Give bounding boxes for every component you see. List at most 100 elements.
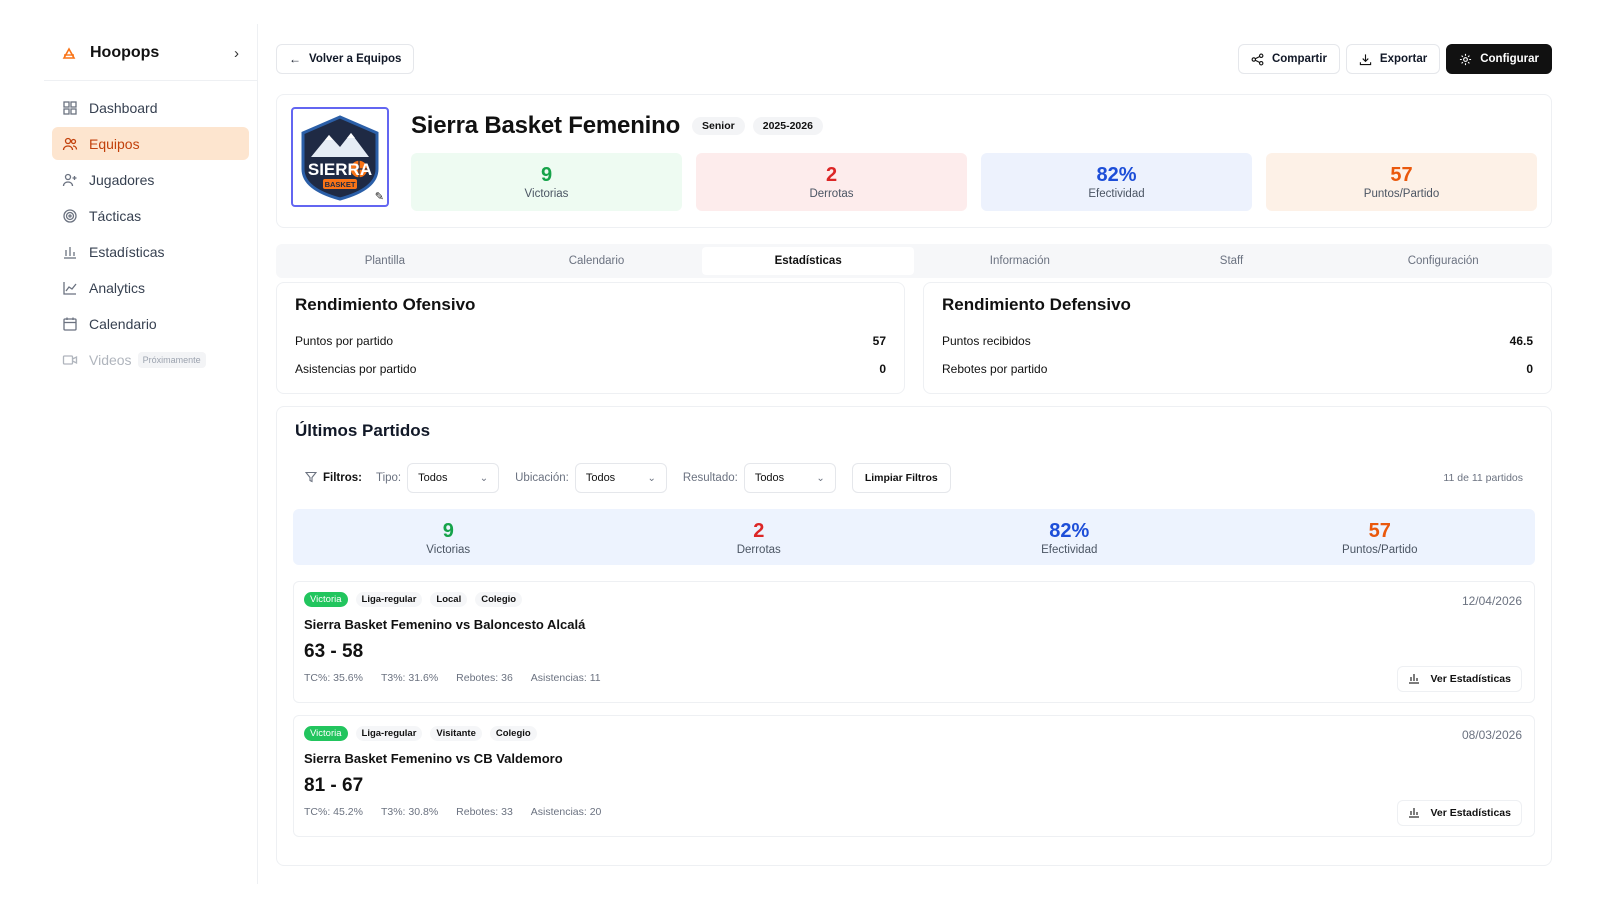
offense-panel: Rendimiento Ofensivo Puntos por partido … bbox=[276, 282, 905, 394]
points-per-game-stat: 57 Puntos/Partido bbox=[1266, 153, 1537, 211]
filter-icon bbox=[304, 471, 318, 486]
sidebar: Hoopops › Dashboard Equipos Jugadores Tá… bbox=[44, 24, 258, 884]
match-title: Sierra Basket Femenino vs Baloncesto Alc… bbox=[304, 617, 586, 632]
share-button[interactable]: Compartir bbox=[1237, 44, 1340, 74]
offense-row-label: Puntos por partido bbox=[295, 334, 394, 348]
sidebar-item-label: Dashboard bbox=[89, 99, 158, 116]
summary-points-label: Puntos/Partido bbox=[1342, 544, 1418, 556]
three-point-pct: T3%: 30.8% bbox=[380, 806, 439, 818]
defense-row: Puntos recibidos 46.5 bbox=[942, 327, 1533, 355]
brand-name: Hoopops bbox=[90, 44, 160, 61]
performance-row: Rendimiento Ofensivo Puntos por partido … bbox=[276, 282, 1552, 394]
tab-configuracion[interactable]: Configuración bbox=[1337, 247, 1549, 275]
sidebar-item-label: Jugadores bbox=[89, 171, 155, 188]
losses-label: Derrotas bbox=[809, 188, 854, 200]
view-stats-button[interactable]: Ver Estadísticas bbox=[1397, 800, 1522, 826]
sidebar-item-label: Estadísticas bbox=[89, 243, 165, 260]
recent-matches-section: Últimos Partidos Filtros: Tipo: Todos ⌄ … bbox=[276, 406, 1552, 866]
tab-staff[interactable]: Staff bbox=[1126, 247, 1338, 275]
chevron-right-icon[interactable]: › bbox=[234, 45, 239, 62]
filters-label: Filtros: bbox=[304, 471, 362, 486]
recent-matches-title: Últimos Partidos bbox=[295, 421, 431, 440]
tab-estadisticas[interactable]: Estadísticas bbox=[702, 247, 915, 275]
offense-row-value: 0 bbox=[879, 362, 886, 376]
defense-row-value: 0 bbox=[1526, 362, 1533, 376]
clear-filters-button[interactable]: Limpiar Filtros bbox=[851, 463, 951, 493]
type-filter-select[interactable]: Todos ⌄ bbox=[407, 463, 500, 493]
match-stats: TC%: 35.6% T3%: 31.6% Rebotes: 36 Asiste… bbox=[304, 672, 1524, 684]
sidebar-item-calendario[interactable]: Calendario bbox=[52, 307, 249, 340]
export-button-label: Exportar bbox=[1379, 53, 1428, 65]
efficiency-stat: 82% Efectividad bbox=[981, 153, 1252, 211]
points-per-game-value: 57 bbox=[1390, 164, 1413, 186]
type-filter-value: Todos bbox=[418, 472, 448, 484]
coming-soon-badge: Próximamente bbox=[137, 351, 206, 368]
sidebar-item-analytics[interactable]: Analytics bbox=[52, 271, 249, 304]
match-card: Victoria Liga-regular Local Colegio 12/0… bbox=[293, 581, 1535, 703]
back-button-label: Volver a Equipos bbox=[309, 53, 402, 65]
calendar-icon bbox=[62, 316, 78, 332]
main-content: ← Volver a Equipos Compartir Exportar Co… bbox=[258, 24, 1570, 884]
summary-wins-label: Victorias bbox=[426, 544, 471, 556]
arrow-left-icon: ← bbox=[289, 52, 301, 66]
brand-logo-icon bbox=[62, 46, 76, 60]
team-logo[interactable]: SIERRA BASKET ✎ bbox=[291, 107, 389, 207]
offense-row-label: Asistencias por partido bbox=[295, 362, 417, 376]
sidebar-item-label: Analytics bbox=[89, 279, 146, 296]
brand[interactable]: Hoopops › bbox=[44, 40, 257, 66]
sidebar-item-jugadores[interactable]: Jugadores bbox=[52, 163, 249, 196]
dashboard-icon bbox=[62, 100, 78, 116]
configure-button[interactable]: Configurar bbox=[1446, 44, 1552, 74]
bar-chart-icon bbox=[1408, 806, 1420, 821]
chevron-down-icon: ⌄ bbox=[479, 472, 489, 484]
sidebar-item-label: Videos bbox=[89, 351, 132, 368]
summary-efficiency-label: Efectividad bbox=[1041, 544, 1098, 556]
field-goal-pct: TC%: 35.6% bbox=[304, 672, 363, 684]
sidebar-item-label: Tácticas bbox=[89, 207, 142, 224]
sidebar-item-equipos[interactable]: Equipos bbox=[52, 127, 249, 160]
summary-points: 57 Puntos/Partido bbox=[1225, 509, 1536, 567]
chevron-down-icon: ⌄ bbox=[647, 472, 656, 484]
back-button[interactable]: ← Volver a Equipos bbox=[276, 44, 415, 74]
sidebar-item-estadisticas[interactable]: Estadísticas bbox=[52, 235, 249, 268]
result-filter-select[interactable]: Todos ⌄ bbox=[743, 463, 836, 493]
match-date: 12/04/2026 bbox=[1461, 594, 1522, 608]
assists: Asistencias: 11 bbox=[530, 672, 601, 684]
offense-row: Puntos por partido 57 bbox=[295, 327, 886, 355]
bar-chart-icon bbox=[1408, 672, 1420, 687]
sidebar-item-tacticas[interactable]: Tácticas bbox=[52, 199, 249, 232]
level-tag: Colegio bbox=[475, 592, 523, 607]
export-button[interactable]: Exportar bbox=[1345, 44, 1441, 74]
filters-label-text: Filtros: bbox=[323, 472, 362, 484]
sidebar-item-label: Equipos bbox=[89, 135, 140, 152]
wins-value: 9 bbox=[540, 164, 553, 186]
summary-wins: 9 Victorias bbox=[293, 509, 604, 567]
tab-calendario[interactable]: Calendario bbox=[491, 247, 703, 275]
location-filter-value: Todos bbox=[585, 472, 616, 484]
defense-row-label: Rebotes por partido bbox=[942, 362, 1048, 376]
rebounds: Rebotes: 33 bbox=[456, 806, 513, 818]
team-header-card: SIERRA BASKET ✎ Sierra Basket Femenino S… bbox=[276, 94, 1552, 228]
view-stats-label: Ver Estadísticas bbox=[1430, 807, 1511, 819]
sidebar-item-dashboard[interactable]: Dashboard bbox=[52, 91, 249, 124]
download-icon bbox=[1359, 53, 1372, 66]
tab-plantilla[interactable]: Plantilla bbox=[279, 247, 491, 275]
tab-informacion[interactable]: Información bbox=[914, 247, 1126, 275]
app-window: Hoopops › Dashboard Equipos Jugadores Tá… bbox=[44, 24, 1570, 884]
competition-tag: Liga-regular bbox=[355, 592, 423, 607]
view-stats-button[interactable]: Ver Estadísticas bbox=[1397, 666, 1522, 692]
team-title-row: Sierra Basket Femenino Senior 2025-2026 bbox=[411, 109, 1537, 143]
offense-title: Rendimiento Ofensivo bbox=[295, 295, 476, 314]
level-tag: Colegio bbox=[489, 726, 537, 741]
summary-losses: 2 Derrotas bbox=[604, 509, 915, 567]
edit-icon[interactable]: ✎ bbox=[375, 190, 384, 203]
result-filter-label: Resultado: bbox=[682, 472, 738, 484]
sidebar-divider bbox=[44, 80, 257, 81]
match-card: Victoria Liga-regular Visitante Colegio … bbox=[293, 715, 1535, 837]
location-filter-select[interactable]: Todos ⌄ bbox=[574, 463, 667, 493]
view-stats-label: Ver Estadísticas bbox=[1430, 673, 1511, 685]
offense-row: Asistencias por partido 0 bbox=[295, 355, 886, 383]
offense-row-value: 57 bbox=[872, 334, 886, 348]
location-filter-label: Ubicación: bbox=[515, 472, 569, 484]
team-name: Sierra Basket Femenino bbox=[411, 112, 681, 139]
